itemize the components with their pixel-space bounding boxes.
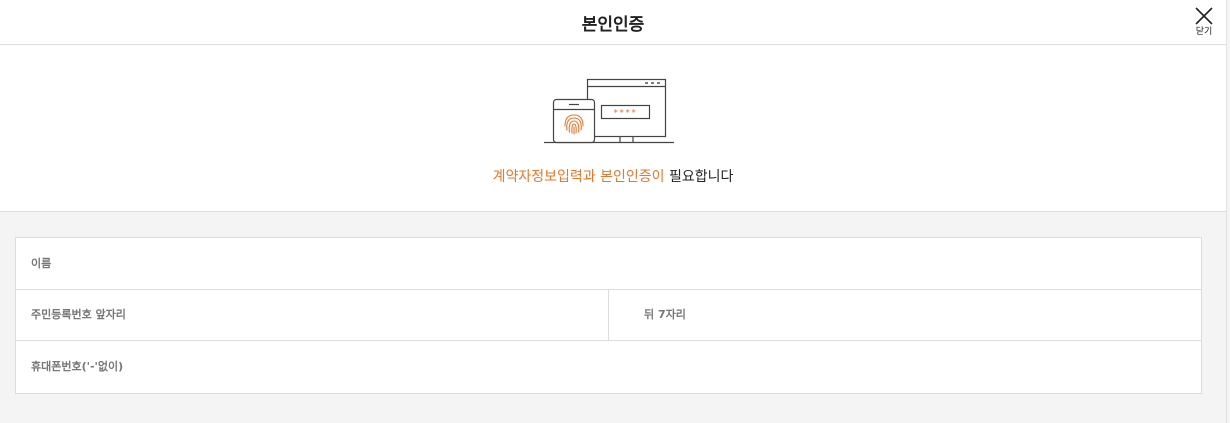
message-rest-text: 필요합니다 bbox=[664, 169, 734, 185]
close-label: 닫기 bbox=[1195, 27, 1213, 37]
rrn-back-input[interactable] bbox=[609, 289, 1201, 340]
phone-row bbox=[16, 341, 1201, 392]
header-bar: 본인인증 닫기 bbox=[0, 0, 1226, 45]
phone-input[interactable] bbox=[16, 341, 1201, 392]
name-input[interactable] bbox=[16, 238, 1201, 289]
name-row bbox=[16, 238, 1201, 290]
password-mask-text: **** bbox=[614, 109, 638, 119]
rrn-row bbox=[16, 289, 1201, 341]
page-title: 본인인증 bbox=[581, 15, 645, 35]
name-field bbox=[16, 238, 1201, 289]
fingerprint-password-illustration: **** bbox=[544, 78, 674, 144]
verification-message: 계약자정보입력과 본인인증이 필요합니다 bbox=[0, 166, 1226, 186]
rrn-front-field bbox=[16, 289, 608, 340]
identity-verification-page: 본인인증 닫기 **** 계약자정보입력과 본인인증이 필요합니다 이름 주민등… bbox=[0, 0, 1227, 423]
intro-section: **** 계약자정보입력과 본인인증이 필요합니다 bbox=[0, 45, 1226, 212]
close-button[interactable]: 닫기 bbox=[1192, 4, 1216, 40]
rrn-front-input[interactable] bbox=[16, 289, 608, 340]
verification-form bbox=[15, 237, 1202, 394]
rrn-back-field bbox=[609, 289, 1201, 340]
close-icon bbox=[1195, 7, 1213, 25]
phone-field bbox=[16, 341, 1201, 392]
message-accent-text: 계약자정보입력과 본인인증이 bbox=[492, 169, 665, 185]
